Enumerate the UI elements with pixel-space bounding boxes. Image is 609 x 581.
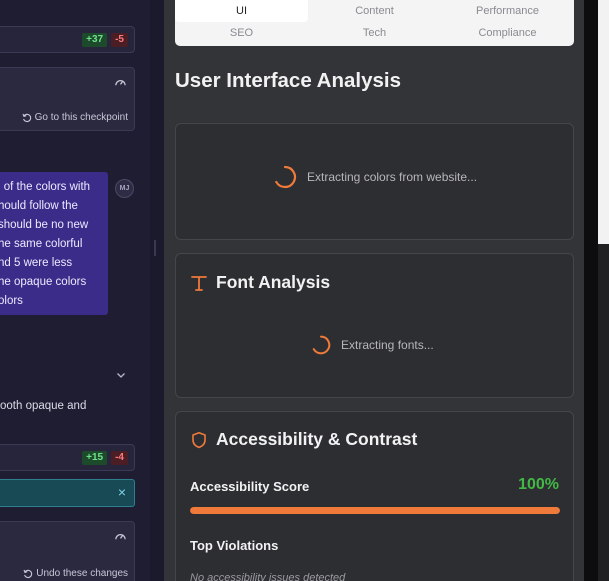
colors-loading-text: Extracting colors from website... — [307, 170, 478, 184]
window-edge — [584, 0, 609, 581]
gauge-icon — [115, 80, 126, 86]
highlight-input[interactable]: × — [0, 479, 135, 507]
accessibility-score-bar — [190, 507, 560, 514]
accessibility-header: Accessibility & Contrast — [190, 429, 417, 450]
analysis-tabs: UI Content Performance SEO Tech Complian… — [175, 0, 574, 46]
tab-seo[interactable]: SEO — [175, 22, 308, 44]
diff-summary[interactable]: +37 -5 — [0, 26, 135, 53]
message-line: nd 5 were less — [0, 257, 73, 269]
lines-added-badge: +37 — [82, 33, 108, 47]
message-line: he same colorful — [0, 238, 83, 250]
colors-loading: Extracting colors from website... — [273, 165, 477, 189]
diff-summary[interactable]: +15 -4 — [0, 444, 135, 471]
spinner-icon — [312, 335, 331, 355]
go-to-checkpoint-label: Go to this checkpoint — [34, 112, 128, 123]
fonts-loading: Extracting fonts... — [311, 335, 434, 355]
close-icon[interactable]: × — [118, 484, 126, 500]
accessibility-score-fill — [190, 507, 560, 514]
user-message: l of the colors with hould follow the sh… — [0, 172, 108, 315]
lines-removed-badge: -5 — [111, 33, 128, 47]
chevron-down-icon[interactable] — [116, 370, 126, 380]
tab-compliance[interactable]: Compliance — [441, 22, 574, 44]
undo-icon — [23, 569, 33, 578]
accessibility-title: Accessibility & Contrast — [216, 429, 418, 449]
message-line: hould follow the — [0, 200, 78, 212]
font-analysis-title: Font Analysis — [216, 272, 331, 292]
gauge-icon — [115, 534, 126, 540]
accessibility-card: Accessibility & Contrast Accessibility S… — [175, 411, 574, 581]
colors-card: Extracting colors from website... — [175, 123, 574, 240]
tab-performance[interactable]: Performance — [441, 0, 574, 22]
checkpoint-card: Go to this checkpoint — [0, 67, 135, 131]
tab-ui[interactable]: UI — [175, 0, 308, 22]
tab-content[interactable]: Content — [308, 0, 441, 22]
spinner-icon — [275, 165, 297, 189]
shield-icon — [192, 431, 206, 448]
top-violations-label: Top Violations — [190, 538, 279, 553]
chat-panel: +37 -5 Go to this checkpoint l of the co… — [0, 0, 150, 581]
lines-added-badge: +15 — [82, 451, 108, 465]
checkpoint-card: Undo these changes — [0, 521, 135, 581]
avatar: MJ — [115, 179, 134, 198]
lines-removed-badge: -4 — [111, 451, 128, 465]
type-icon — [191, 275, 207, 291]
accessibility-score-label: Accessibility Score — [190, 479, 310, 494]
font-analysis-header: Font Analysis — [190, 272, 330, 293]
tab-tech[interactable]: Tech — [308, 22, 441, 44]
assistant-message-text: ooth opaque and — [0, 400, 87, 412]
font-analysis-card: Font Analysis Extracting fonts... — [175, 253, 574, 398]
resize-handle[interactable] — [154, 240, 156, 256]
undo-changes-link[interactable]: Undo these changes — [23, 568, 128, 579]
message-line: he opaque colors — [0, 276, 87, 288]
no-issues-text: No accessibility issues detected — [190, 572, 346, 581]
restore-icon — [22, 113, 31, 122]
message-line: should be no new — [0, 219, 89, 231]
message-line: olors — [0, 295, 23, 307]
undo-changes-label: Undo these changes — [36, 568, 128, 579]
fonts-loading-text: Extracting fonts... — [341, 338, 434, 352]
accessibility-score-value: 100% — [518, 476, 559, 493]
page-title: User Interface Analysis — [175, 69, 401, 92]
go-to-checkpoint-link[interactable]: Go to this checkpoint — [22, 112, 128, 123]
message-line: l of the colors with — [0, 181, 91, 193]
